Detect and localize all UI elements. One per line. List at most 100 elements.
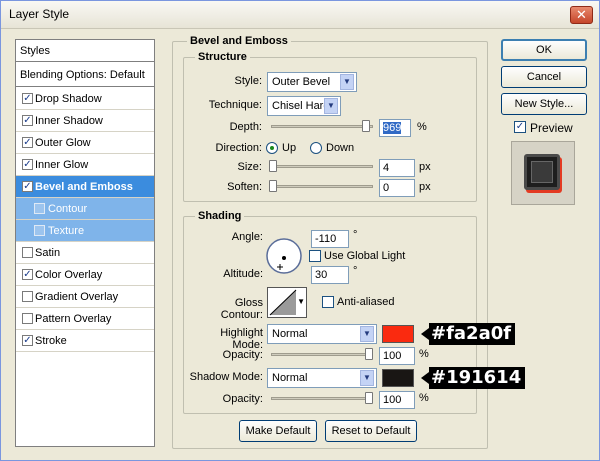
contour-curve-icon [269, 289, 297, 316]
highlight-opacity-input[interactable]: 100 [379, 347, 415, 365]
layer-style-dialog: Layer Style ✕ Styles Blending Options: D… [0, 0, 600, 461]
soften-input[interactable]: 0 [379, 179, 415, 197]
angle-label: Angle: [231, 231, 263, 243]
style-item-label: Color Overlay [35, 269, 103, 281]
direction-down-radio[interactable] [310, 142, 322, 154]
highlight-opacity-thumb[interactable] [365, 348, 373, 360]
size-input[interactable]: 4 [379, 159, 415, 177]
style-item-drop-shadow[interactable]: ✓ Drop Shadow [16, 88, 154, 110]
style-item-checkbox[interactable]: ✓ [22, 335, 33, 346]
preview-checkbox[interactable]: ✓ [514, 121, 526, 133]
style-item-checkbox[interactable]: ✓ [22, 137, 33, 148]
highlight-color-swatch[interactable] [382, 325, 414, 343]
use-global-light-label: Use Global Light [324, 250, 406, 262]
depth-label: Depth: [229, 121, 262, 133]
styles-header[interactable]: Styles [16, 40, 154, 62]
highlight-opacity-unit: % [419, 348, 429, 360]
shadow-opacity-input[interactable]: 100 [379, 391, 415, 409]
style-item-pattern-overlay[interactable]: Pattern Overlay [16, 308, 154, 330]
style-item-checkbox[interactable]: ✓ [22, 93, 33, 104]
highlight-mode-label: Highlight Mode: [220, 327, 263, 351]
style-item-inner-glow[interactable]: ✓ Inner Glow [16, 154, 154, 176]
style-item-satin[interactable]: Satin [16, 242, 154, 264]
direction-up-label: Up [282, 142, 297, 154]
altitude-input[interactable]: 30 [311, 266, 349, 284]
depth-slider-track[interactable] [271, 125, 373, 128]
title-bar: Layer Style ✕ [1, 1, 599, 29]
gloss-contour-picker[interactable]: ▼ [267, 287, 307, 318]
style-item-checkbox[interactable] [22, 291, 33, 302]
highlight-color-callout: #fa2a0f [420, 323, 516, 345]
style-item-outer-glow[interactable]: ✓ Outer Glow [16, 132, 154, 154]
shading-title: Shading [195, 210, 245, 222]
cancel-button[interactable]: Cancel [501, 66, 587, 88]
ok-button[interactable]: OK [501, 39, 587, 61]
style-select[interactable]: Outer Bevel ▼ [267, 72, 357, 92]
style-preview-thumbnail [511, 141, 575, 205]
style-item-checkbox[interactable] [22, 247, 33, 258]
style-item-checkbox[interactable]: ✓ [22, 269, 33, 280]
technique-label: Technique: [208, 99, 262, 111]
use-global-light-checkbox[interactable] [309, 250, 321, 262]
shadow-mode-value: Normal [272, 372, 308, 384]
size-slider-track[interactable] [271, 165, 373, 168]
new-style-button[interactable]: New Style... [501, 93, 587, 115]
style-item-contour[interactable]: Contour [16, 198, 154, 220]
shadow-mode-select[interactable]: Normal ▼ [267, 368, 377, 388]
style-item-label: Inner Shadow [35, 115, 103, 127]
shadow-color-swatch[interactable] [382, 369, 414, 387]
size-unit: px [419, 161, 431, 173]
style-item-label: Outer Glow [35, 137, 91, 149]
style-item-label: Bevel and Emboss [35, 181, 133, 193]
style-item-inner-shadow[interactable]: ✓ Inner Shadow [16, 110, 154, 132]
size-slider-thumb[interactable] [269, 160, 277, 172]
highlight-mode-select[interactable]: Normal ▼ [267, 324, 377, 344]
style-item-checkbox[interactable]: ✓ [22, 159, 33, 170]
style-item-color-overlay[interactable]: ✓ Color Overlay [16, 264, 154, 286]
anti-aliased-checkbox[interactable] [322, 296, 334, 308]
style-item-stroke[interactable]: ✓ Stroke [16, 330, 154, 352]
angle-input[interactable]: -110 [311, 230, 349, 248]
style-value: Outer Bevel [272, 76, 331, 88]
technique-select[interactable]: Chisel Hard ▼ [267, 96, 341, 116]
style-item-bevel-and-emboss[interactable]: ✓ Bevel and Emboss [16, 176, 154, 198]
close-button[interactable]: ✕ [570, 6, 593, 24]
style-item-checkbox[interactable] [22, 313, 33, 324]
depth-value: 969 [383, 122, 402, 134]
style-item-gradient-overlay[interactable]: Gradient Overlay [16, 286, 154, 308]
soften-value: 0 [383, 182, 390, 194]
shadow-opacity-value: 100 [383, 394, 402, 406]
style-item-checkbox[interactable]: ✓ [22, 181, 33, 192]
preview-label: Preview [530, 121, 573, 135]
technique-value: Chisel Hard [272, 100, 330, 112]
soften-slider-thumb[interactable] [269, 180, 277, 192]
style-item-texture[interactable]: Texture [16, 220, 154, 242]
gloss-contour-label: Gloss Contour: [220, 297, 263, 321]
soften-label: Soften: [227, 181, 262, 193]
shadow-opacity-thumb[interactable] [365, 392, 373, 404]
style-item-label: Texture [48, 225, 85, 237]
depth-slider-thumb[interactable] [362, 120, 370, 132]
make-default-button[interactable]: Make Default [239, 420, 317, 442]
style-item-checkbox[interactable]: ✓ [22, 115, 33, 126]
style-item-label: Inner Glow [35, 159, 89, 171]
highlight-opacity-value: 100 [383, 350, 402, 362]
direction-up-radio[interactable] [266, 142, 278, 154]
blending-options-item[interactable]: Blending Options: Default [16, 63, 154, 87]
style-item-checkbox[interactable] [34, 225, 45, 236]
style-item-label: Pattern Overlay [35, 313, 112, 325]
direction-label: Direction: [215, 142, 262, 154]
angle-dial[interactable] [265, 237, 303, 275]
highlight-opacity-track[interactable] [271, 353, 373, 356]
soften-slider-track[interactable] [271, 185, 373, 188]
angle-value: -110 [315, 233, 337, 245]
depth-input[interactable]: 969 [379, 119, 411, 137]
highlight-mode-value: Normal [272, 328, 308, 340]
reset-to-default-button[interactable]: Reset to Default [325, 420, 417, 442]
soften-unit: px [419, 181, 431, 193]
chevron-down-icon: ▼ [360, 370, 374, 386]
shadow-opacity-track[interactable] [271, 397, 373, 400]
shadow-mode-label: Shadow Mode: [189, 371, 263, 383]
style-item-checkbox[interactable] [34, 203, 45, 214]
depth-unit: % [417, 121, 427, 133]
